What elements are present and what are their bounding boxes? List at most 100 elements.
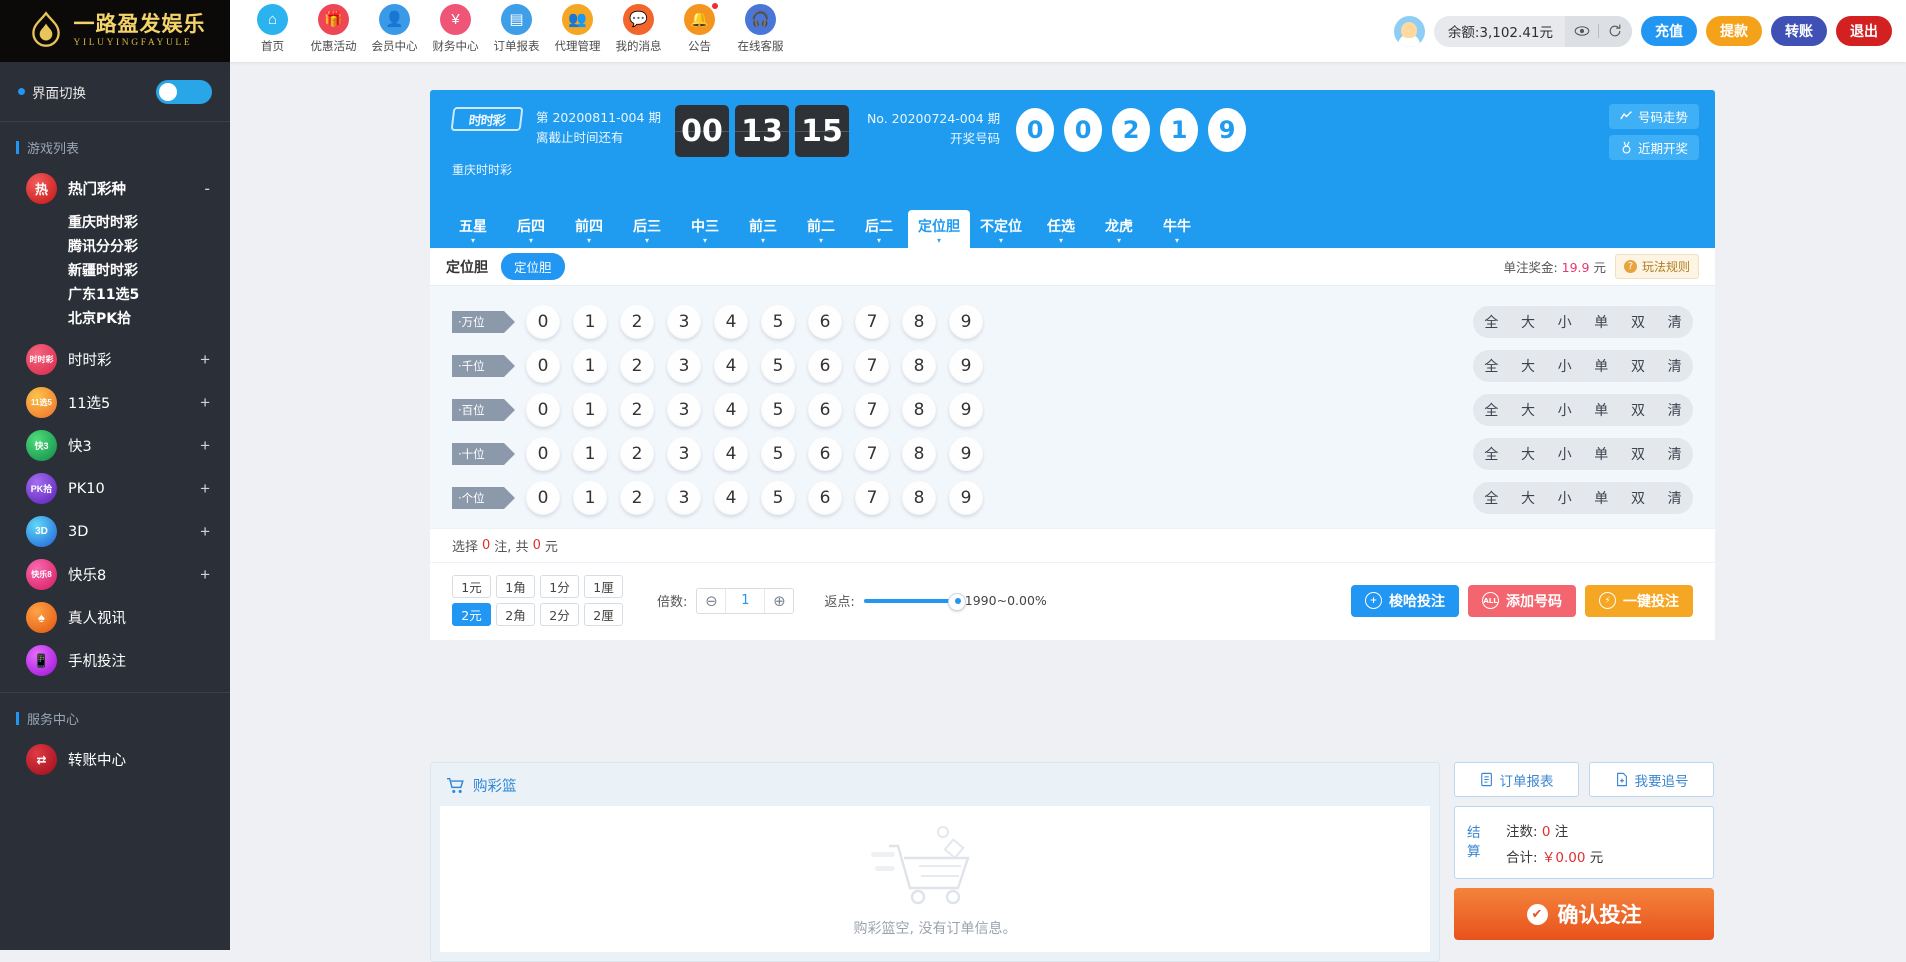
nav-item-my-messages[interactable]: 💬 我的消息 — [608, 0, 669, 54]
number-ball[interactable]: 5 — [761, 349, 795, 383]
quick-select-all[interactable]: 全 — [1484, 312, 1498, 332]
number-ball[interactable]: 0 — [526, 305, 560, 339]
quick-select-all[interactable]: 全 — [1484, 444, 1498, 464]
number-ball[interactable]: 0 — [526, 437, 560, 471]
quick-select-small[interactable]: 小 — [1558, 356, 1572, 376]
tab-housi[interactable]: 后四 ▾ — [502, 210, 560, 248]
sidebar-item-xinjiang[interactable]: 新疆时时彩 — [0, 258, 230, 282]
quick-select-odd[interactable]: 单 — [1594, 356, 1608, 376]
sidebar-group-ssc[interactable]: 时时彩 时时彩 + — [0, 338, 230, 381]
number-ball[interactable]: 7 — [855, 437, 889, 471]
number-ball[interactable]: 3 — [667, 305, 701, 339]
tab-longhu[interactable]: 龙虎 ▾ — [1090, 210, 1148, 248]
eye-icon[interactable] — [1574, 23, 1590, 39]
nav-item-agent-management[interactable]: 👥 代理管理 — [547, 0, 608, 54]
tab-zhongsan[interactable]: 中三 ▾ — [676, 210, 734, 248]
number-ball[interactable]: 5 — [761, 393, 795, 427]
nav-item-online-service[interactable]: 🎧 在线客服 — [730, 0, 791, 54]
quick-select-all[interactable]: 全 — [1484, 400, 1498, 420]
sidebar-group-pk10[interactable]: PK拾 PK10 + — [0, 467, 230, 510]
number-ball[interactable]: 5 — [761, 305, 795, 339]
number-ball[interactable]: 1 — [573, 481, 607, 515]
quick-select-clear[interactable]: 清 — [1668, 444, 1682, 464]
number-ball[interactable]: 6 — [808, 305, 842, 339]
quick-select-odd[interactable]: 单 — [1594, 312, 1608, 332]
quick-select-even[interactable]: 双 — [1631, 488, 1645, 508]
number-ball[interactable]: 0 — [526, 349, 560, 383]
transfer-button[interactable]: 转账 — [1771, 16, 1827, 46]
number-ball[interactable]: 3 — [667, 393, 701, 427]
sidebar-group-live-casino[interactable]: ♠ 真人视讯 — [0, 596, 230, 639]
number-ball[interactable]: 0 — [526, 481, 560, 515]
sidebar-group-3d[interactable]: 3D 3D + — [0, 510, 230, 553]
quick-select-small[interactable]: 小 — [1558, 312, 1572, 332]
unit-2li[interactable]: 2厘 — [584, 603, 623, 626]
expand-toggle-icon[interactable]: + — [200, 480, 210, 497]
number-ball[interactable]: 3 — [667, 349, 701, 383]
sidebar-group-happy8[interactable]: 快乐8 快乐8 + — [0, 553, 230, 596]
quick-select-all[interactable]: 全 — [1484, 356, 1498, 376]
quick-select-clear[interactable]: 清 — [1668, 312, 1682, 332]
number-ball[interactable]: 5 — [761, 481, 795, 515]
unit-1li[interactable]: 1厘 — [584, 575, 623, 598]
number-ball[interactable]: 6 — [808, 349, 842, 383]
quick-select-clear[interactable]: 清 — [1668, 488, 1682, 508]
unit-1fen[interactable]: 1分 — [540, 575, 579, 598]
tab-housan[interactable]: 后三 ▾ — [618, 210, 676, 248]
subplay-chip-dingweidan[interactable]: 定位胆 — [501, 253, 565, 280]
logout-button[interactable]: 退出 — [1836, 16, 1892, 46]
multiplier-increase-button[interactable]: ⊕ — [765, 589, 793, 613]
tab-budingwei[interactable]: 不定位 ▾ — [970, 210, 1032, 248]
tab-wuxing[interactable]: 五星 ▾ — [444, 210, 502, 248]
quick-select-small[interactable]: 小 — [1558, 400, 1572, 420]
sidebar-group-11x5[interactable]: 11选5 11选5 + — [0, 381, 230, 424]
number-ball[interactable]: 1 — [573, 437, 607, 471]
multiplier-decrease-button[interactable]: ⊖ — [697, 589, 725, 613]
quick-select-odd[interactable]: 单 — [1594, 400, 1608, 420]
one-click-bet-button[interactable]: ⚡ 一键投注 — [1585, 584, 1693, 617]
tab-niuniu[interactable]: 牛牛 ▾ — [1148, 210, 1206, 248]
number-ball[interactable]: 4 — [714, 393, 748, 427]
sidebar-item-beijingpk10[interactable]: 北京PK拾 — [0, 306, 230, 330]
number-ball[interactable]: 4 — [714, 481, 748, 515]
number-ball[interactable]: 9 — [949, 305, 983, 339]
nav-item-order-report[interactable]: ▤ 订单报表 — [486, 0, 547, 54]
unit-1jiao[interactable]: 1角 — [496, 575, 535, 598]
expand-toggle-icon[interactable]: + — [200, 394, 210, 411]
sidebar-item-chongqing[interactable]: 重庆时时彩 — [0, 210, 230, 234]
number-ball[interactable]: 8 — [902, 305, 936, 339]
number-ball[interactable]: 4 — [714, 437, 748, 471]
add-number-button[interactable]: ALL 添加号码 — [1468, 584, 1576, 617]
nav-item-announcement[interactable]: 🔔 公告 — [669, 0, 730, 54]
number-ball[interactable]: 2 — [620, 481, 654, 515]
unit-2jiao[interactable]: 2角 — [496, 603, 535, 626]
avatar[interactable] — [1393, 15, 1425, 47]
tab-houer[interactable]: 后二 ▾ — [850, 210, 908, 248]
number-ball[interactable]: 0 — [526, 393, 560, 427]
quick-select-big[interactable]: 大 — [1521, 488, 1535, 508]
nav-item-member-center[interactable]: 👤 会员中心 — [364, 0, 425, 54]
number-ball[interactable]: 1 — [573, 393, 607, 427]
number-ball[interactable]: 2 — [620, 305, 654, 339]
number-ball[interactable]: 4 — [714, 305, 748, 339]
quick-select-big[interactable]: 大 — [1521, 444, 1535, 464]
quick-select-big[interactable]: 大 — [1521, 312, 1535, 332]
rebate-slider-knob[interactable] — [954, 597, 961, 604]
expand-toggle-icon[interactable]: + — [200, 566, 210, 583]
quick-select-even[interactable]: 双 — [1631, 400, 1645, 420]
number-ball[interactable]: 2 — [620, 393, 654, 427]
number-ball[interactable]: 2 — [620, 437, 654, 471]
brand-logo[interactable]: 一路盈发娱乐 YILUYINGFAYULE — [0, 0, 230, 62]
number-ball[interactable]: 8 — [902, 437, 936, 471]
tab-qiansi[interactable]: 前四 ▾ — [560, 210, 618, 248]
number-ball[interactable]: 1 — [573, 349, 607, 383]
number-ball[interactable]: 9 — [949, 349, 983, 383]
tab-qiansan[interactable]: 前三 ▾ — [734, 210, 792, 248]
unit-1yuan[interactable]: 1元 — [452, 575, 491, 598]
number-ball[interactable]: 9 — [949, 437, 983, 471]
expand-toggle-icon[interactable]: + — [200, 437, 210, 454]
quick-select-big[interactable]: 大 — [1521, 356, 1535, 376]
number-ball[interactable]: 2 — [620, 349, 654, 383]
sidebar-group-mobile-bet[interactable]: 📱 手机投注 — [0, 639, 230, 682]
recent-draw-button[interactable]: 近期开奖 — [1608, 135, 1699, 160]
